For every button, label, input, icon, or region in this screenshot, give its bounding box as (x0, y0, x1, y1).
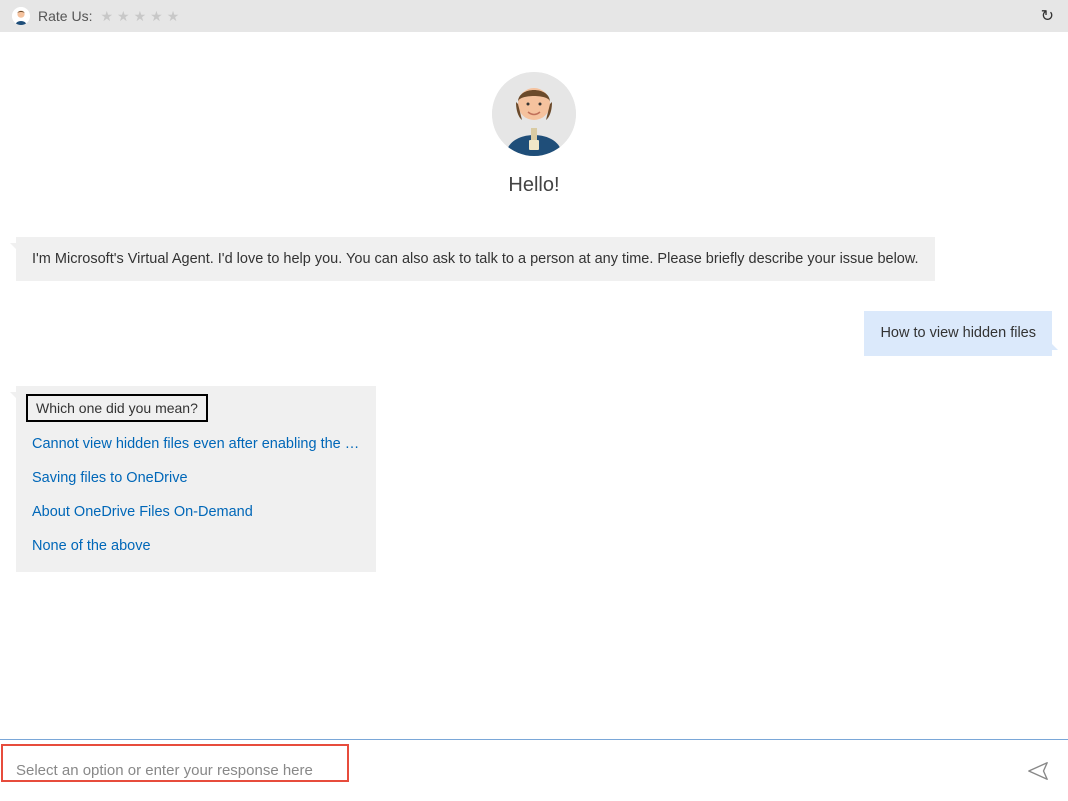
agent-intro-bubble: I'm Microsoft's Virtual Agent. I'd love … (16, 237, 935, 281)
option-link[interactable]: Cannot view hidden files even after enab… (32, 436, 360, 452)
agent-avatar (492, 72, 576, 156)
option-link[interactable]: Saving files to OneDrive (32, 470, 360, 486)
rate-us-label: Rate Us: (38, 8, 92, 24)
greeting-text: Hello! (508, 174, 559, 197)
star-icon[interactable]: ★ (150, 8, 163, 25)
user-message-row: How to view hidden files (12, 311, 1056, 355)
send-button[interactable] (1018, 751, 1058, 791)
refresh-icon[interactable]: ↻ (1041, 6, 1054, 26)
chat-area: Hello! I'm Microsoft's Virtual Agent. I'… (0, 32, 1068, 739)
star-icon[interactable]: ★ (117, 8, 130, 25)
options-row: Which one did you mean? Cannot view hidd… (12, 386, 1056, 592)
star-icon[interactable]: ★ (100, 8, 113, 25)
star-icon[interactable]: ★ (134, 8, 147, 25)
header-bar: Rate Us: ★ ★ ★ ★ ★ ↻ (0, 0, 1068, 32)
agent-header: Hello! (12, 72, 1056, 197)
options-block: Which one did you mean? Cannot view hidd… (16, 386, 376, 572)
user-message-bubble: How to view hidden files (864, 311, 1052, 355)
agent-message-row: I'm Microsoft's Virtual Agent. I'd love … (12, 237, 1056, 281)
star-icon[interactable]: ★ (167, 8, 180, 25)
option-link[interactable]: None of the above (32, 538, 360, 554)
message-input[interactable] (4, 752, 1018, 789)
input-bar (0, 739, 1068, 801)
rating-stars: ★ ★ ★ ★ ★ (100, 8, 179, 25)
small-agent-avatar (12, 7, 30, 25)
option-link[interactable]: About OneDrive Files On-Demand (32, 504, 360, 520)
options-title: Which one did you mean? (26, 394, 208, 422)
send-icon (1027, 760, 1049, 782)
